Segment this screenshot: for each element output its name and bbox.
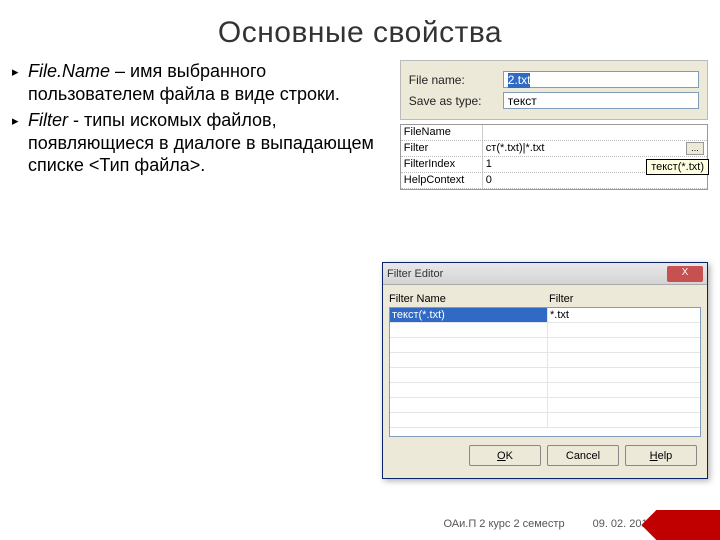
bullet-item: ▸ File.Name – имя выбранного пользовател… [12, 60, 392, 105]
content-area: ▸ File.Name – имя выбранного пользовател… [0, 60, 720, 190]
dialog-title: Filter Editor [387, 268, 667, 280]
close-button[interactable]: X [667, 266, 703, 282]
bullet-marker-icon: ▸ [12, 109, 28, 177]
help-button[interactable]: Help [625, 445, 697, 466]
filename-label: File name: [409, 73, 503, 87]
propgrid-row[interactable]: Filter ст(*.txt)|*.txt... [401, 141, 707, 157]
bullet-text: File.Name – имя выбранного пользователем… [28, 60, 392, 105]
filter-grid[interactable]: текст(*.txt) *.txt [389, 307, 701, 437]
bullet-list: ▸ File.Name – имя выбранного пользовател… [12, 60, 400, 190]
property-grid: FileName Filter ст(*.txt)|*.txt... Filte… [400, 124, 708, 190]
bullet-marker-icon: ▸ [12, 60, 28, 105]
footer-course: ОАи.П 2 курс 2 семестр [443, 518, 564, 530]
column-header: Filter [549, 293, 701, 305]
grid-header: Filter Name Filter [389, 291, 701, 307]
filter-editor-dialog: Filter Editor X Filter Name Filter текст… [382, 262, 708, 479]
slide-title: Основные свойства [0, 0, 720, 60]
propgrid-row[interactable]: HelpContext 0 [401, 173, 707, 189]
slide-footer: ОАи.П 2 курс 2 семестр 09. 02. 2018 14 [0, 518, 720, 530]
column-header: Filter Name [389, 293, 549, 305]
cancel-button[interactable]: Cancel [547, 445, 619, 466]
decoration-corner [640, 510, 720, 540]
tooltip: текст(*.txt) [646, 159, 709, 175]
save-dialog: File name: 2.txt Save as type: текст [400, 60, 708, 120]
ok-button[interactable]: OK [469, 445, 541, 466]
bullet-item: ▸ Filter - типы искомых файлов, появляющ… [12, 109, 392, 177]
ellipsis-button[interactable]: ... [686, 142, 704, 155]
screenshots-col: File name: 2.txt Save as type: текст Fil… [400, 60, 708, 190]
dialog-titlebar: Filter Editor X [383, 263, 707, 285]
bullet-text: Filter - типы искомых файлов, появляющие… [28, 109, 392, 177]
saveas-label: Save as type: [409, 94, 503, 108]
grid-row[interactable]: текст(*.txt) *.txt [390, 308, 700, 323]
filename-input[interactable]: 2.txt [503, 71, 699, 88]
propgrid-row[interactable]: FileName [401, 125, 707, 141]
saveas-select[interactable]: текст [503, 92, 699, 109]
